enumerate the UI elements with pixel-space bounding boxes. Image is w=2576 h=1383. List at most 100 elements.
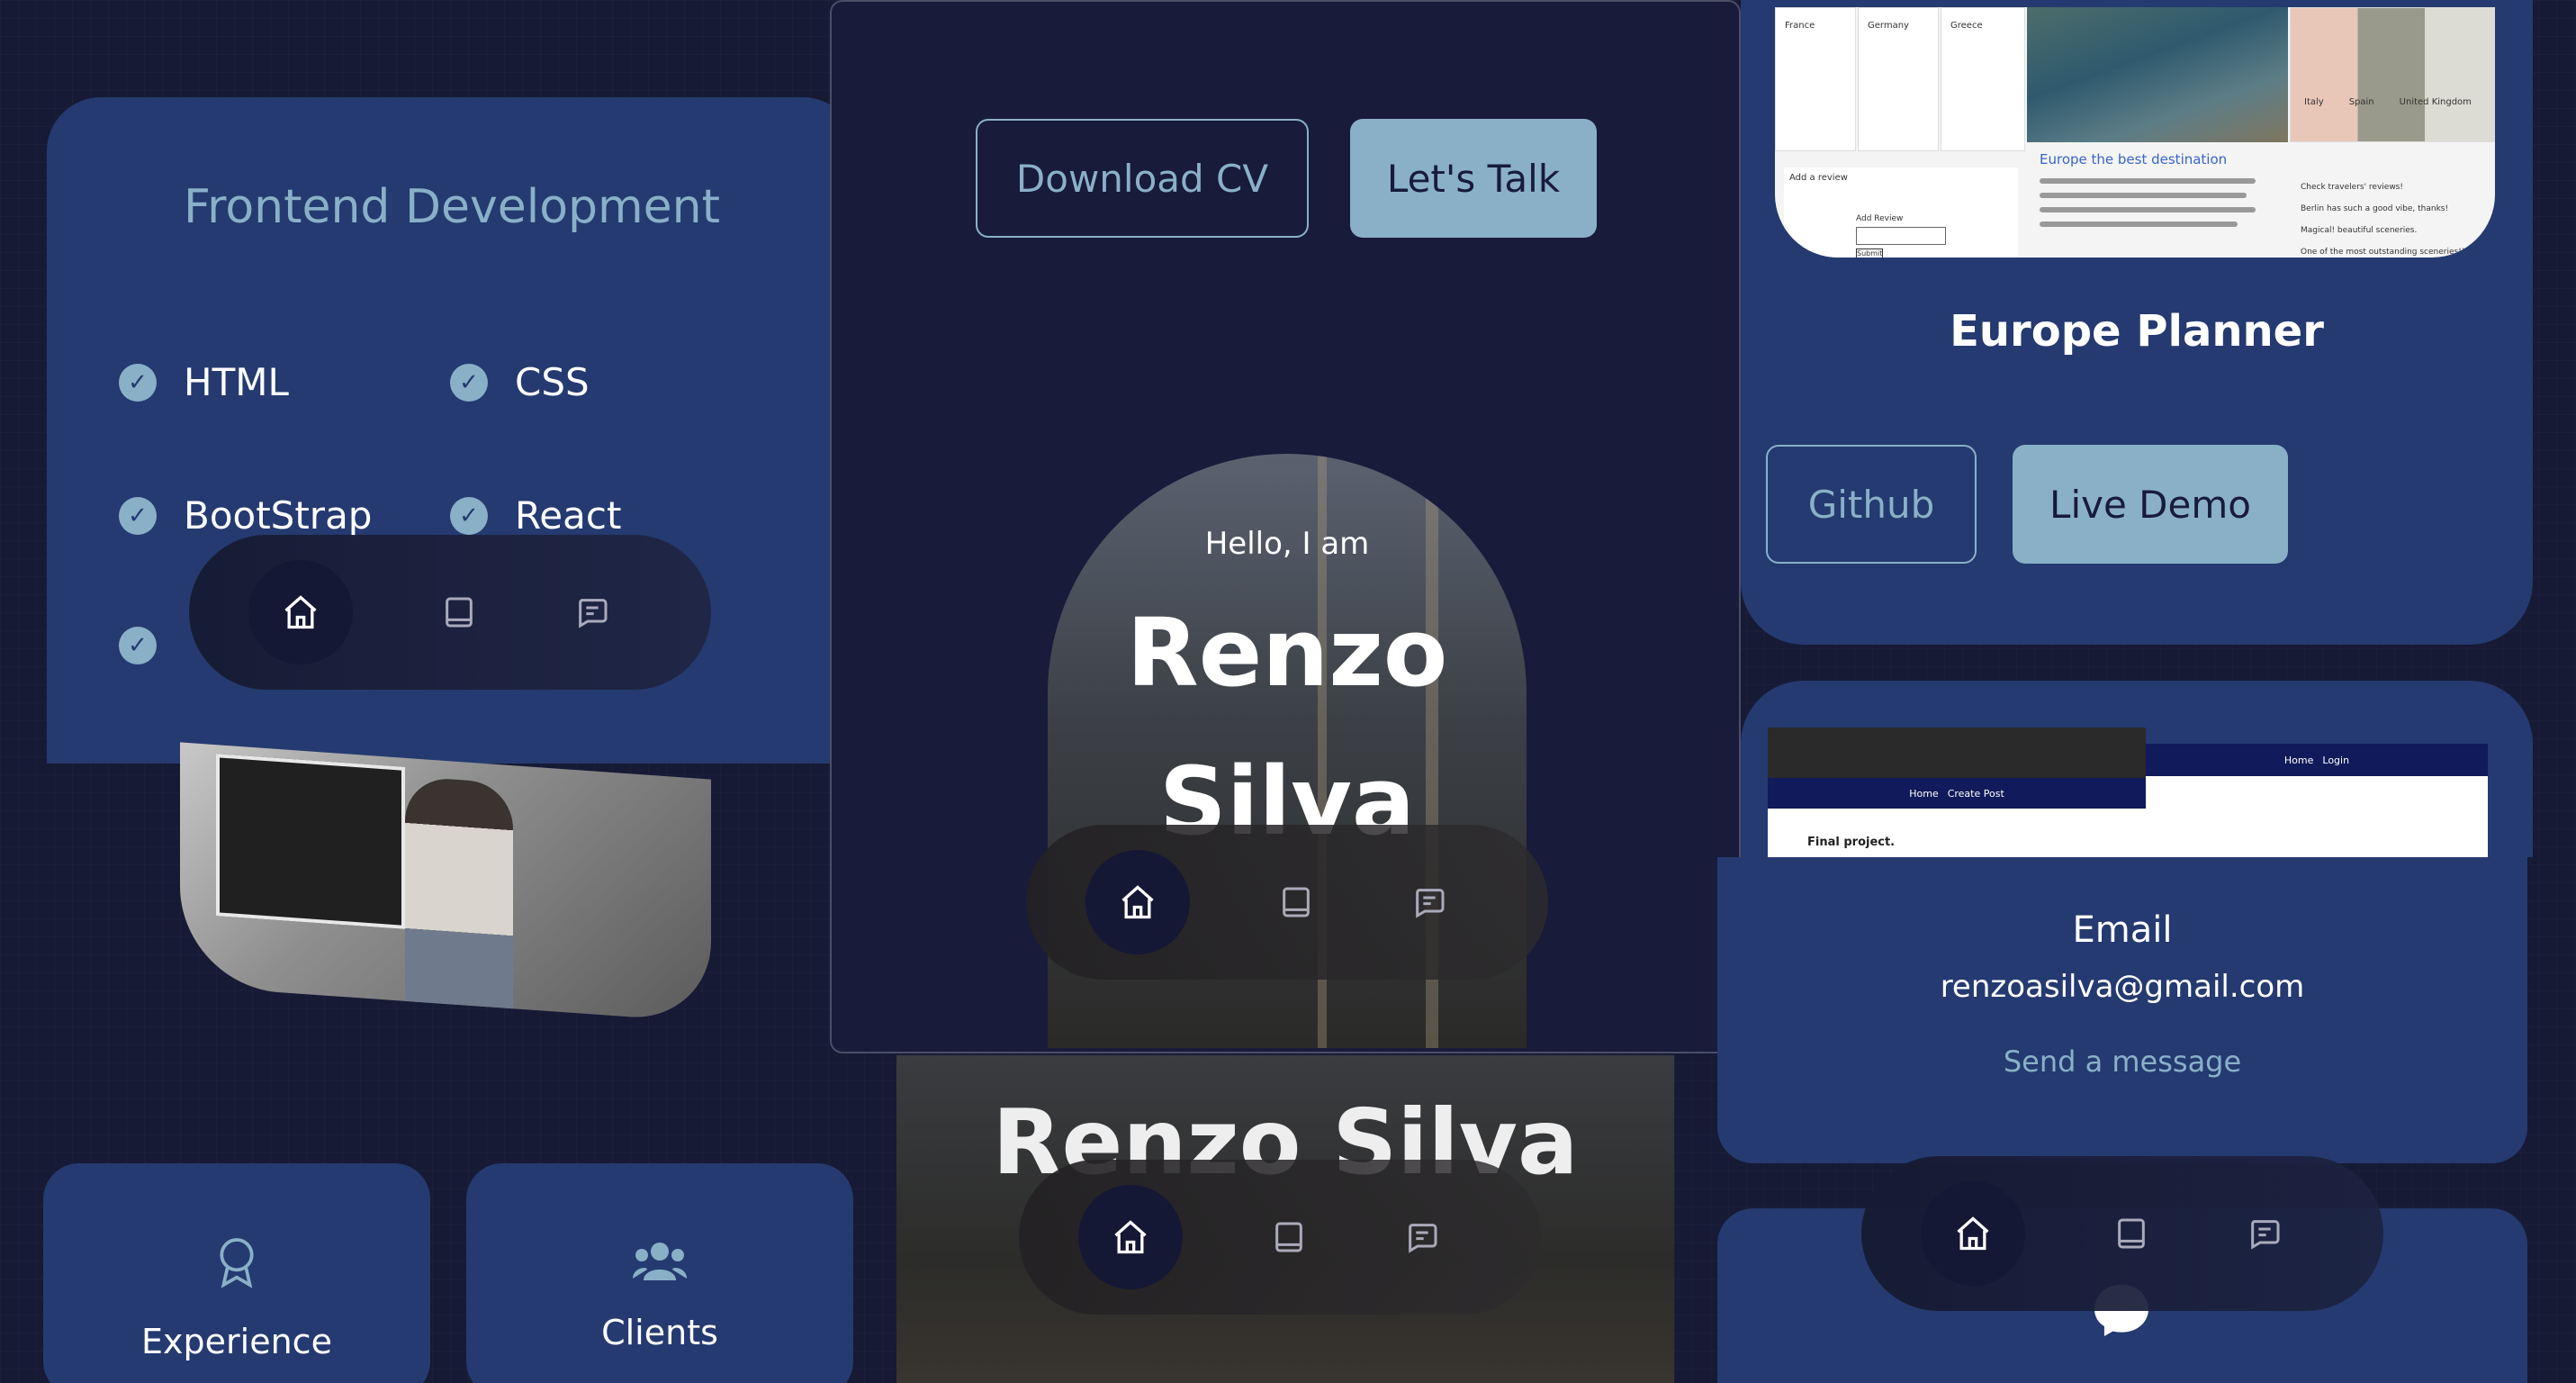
project-card: France Germany Greece Italy Spain United… <box>1741 0 2533 645</box>
blog-nav-link[interactable]: Home <box>2284 755 2313 766</box>
message-icon <box>2251 1220 2280 1250</box>
skill-label: BootStrap <box>184 493 373 538</box>
clients-label: Clients <box>601 1313 718 1352</box>
home-icon <box>1957 1216 1989 1251</box>
blog-screenshot-right: Home Login <box>2146 744 2488 857</box>
text-line <box>2040 193 2247 198</box>
bottom-nav <box>1026 825 1548 980</box>
country-label: Germany <box>1868 21 1909 31</box>
bottom-nav <box>1861 1156 2383 1311</box>
book-icon <box>1275 1222 1302 1252</box>
message-icon <box>1409 1224 1437 1253</box>
nav-book-button[interactable] <box>1262 1210 1316 1264</box>
blog-nav-link[interactable]: Home <box>1909 788 1938 800</box>
skill-item: ✓ <box>119 627 157 664</box>
skill-label: React <box>515 493 622 538</box>
skill-item: ✓ CSS <box>450 360 590 404</box>
download-cv-button[interactable]: Download CV <box>976 119 1309 238</box>
country-row: Italy Spain United Kingdom <box>2286 97 2472 107</box>
country-label: Spain <box>2348 97 2374 107</box>
blog-navbar: Home Create Post <box>1768 778 2146 809</box>
review-item: Magical! beautiful sceneries. <box>2301 226 2418 235</box>
check-badge-icon: ✓ <box>119 627 157 664</box>
experience-card: Experience <box>43 1163 430 1383</box>
book-icon <box>446 597 473 628</box>
blog-navbar: Home Login <box>2146 744 2488 776</box>
nav-book-button[interactable] <box>432 585 486 639</box>
check-badge-icon: ✓ <box>119 496 157 535</box>
check-badge-icon: ✓ <box>119 363 157 402</box>
blog-post-title: Final project. <box>1807 836 1896 849</box>
book-icon <box>2118 1218 2145 1249</box>
add-review-title: Add a review <box>1789 173 1848 183</box>
country-label: Greece <box>1950 21 1983 31</box>
nav-home-button[interactable] <box>1085 850 1190 954</box>
skills-title: Frontend Development <box>183 180 721 234</box>
nav-book-button[interactable] <box>2104 1207 2158 1261</box>
skill-item: ✓ HTML <box>119 360 289 404</box>
project-title: Europe Planner <box>1950 306 2324 357</box>
country-column: Germany <box>1858 7 1939 151</box>
project-screenshot: France Germany Greece Italy Spain United… <box>1775 7 2495 258</box>
review-item: One of the most outstanding sceneries!!! <box>2301 248 2469 257</box>
skill-item: ✓ React <box>450 493 621 538</box>
live-demo-button[interactable]: Live Demo <box>2013 445 2288 564</box>
users-icon <box>633 1243 687 1280</box>
nav-book-button[interactable] <box>1269 875 1323 929</box>
hero-greeting: Hello, I am <box>1204 526 1370 562</box>
poster-image <box>216 754 405 929</box>
country-label: France <box>1785 21 1815 31</box>
country-label: United Kingdom <box>2399 97 2472 107</box>
email-contact-card: Email renzoasilva@gmail.com Send a messa… <box>1717 857 2527 1163</box>
reviews-list: Check travelers' reviews! Berlin has suc… <box>2292 176 2495 258</box>
bottom-nav <box>1019 1160 1541 1315</box>
lake-image <box>2027 7 2288 142</box>
country-column: Greece <box>1941 7 2025 151</box>
submit-button[interactable]: Submit <box>1856 249 1884 258</box>
nav-home-button[interactable] <box>248 560 353 664</box>
skill-label: CSS <box>515 360 590 404</box>
skill-item: ✓ BootStrap <box>119 493 372 538</box>
nav-message-button[interactable] <box>1395 1210 1449 1264</box>
home-icon <box>1121 885 1154 919</box>
email-address: renzoasilva@gmail.com <box>1940 969 2305 1005</box>
clients-card: Clients <box>466 1163 853 1383</box>
country-label: Italy <box>2304 97 2324 107</box>
blog-project-card: Home Create Post Final project. Home Log… <box>1741 681 2533 857</box>
hero-first-name: Renzo <box>1126 598 1448 708</box>
blog-nav-link[interactable]: Login <box>2322 755 2349 766</box>
skill-label: HTML <box>184 360 289 404</box>
home-icon <box>284 595 317 629</box>
text-line <box>2040 207 2256 212</box>
message-icon <box>579 599 608 628</box>
book-icon <box>1283 887 1310 917</box>
blog-content: Final project. <box>1768 809 2146 857</box>
blog-screenshot-left: Home Create Post Final project. <box>1768 728 2146 857</box>
github-button[interactable]: Github <box>1766 445 1977 564</box>
check-badge-icon: ✓ <box>450 363 488 402</box>
country-column: France <box>1775 7 1856 151</box>
nav-home-button[interactable] <box>1921 1181 2025 1286</box>
text-line <box>2040 178 2256 184</box>
award-icon <box>220 1238 254 1288</box>
nav-message-button[interactable] <box>565 585 619 639</box>
nav-message-button[interactable] <box>1402 875 1456 929</box>
reviews-title: Check travelers' reviews! <box>2301 183 2403 192</box>
nav-home-button[interactable] <box>1078 1185 1183 1289</box>
skills-card: Frontend Development ✓ HTML ✓ CSS ✓ Boot… <box>47 97 857 764</box>
add-review-label: Add Review <box>1856 214 1904 223</box>
check-badge-icon: ✓ <box>450 496 488 535</box>
lets-talk-button[interactable]: Let's Talk <box>1350 119 1597 238</box>
send-message-link[interactable]: Send a message <box>1717 1044 2527 1079</box>
email-label: Email <box>2072 909 2173 951</box>
about-photo <box>180 742 711 1023</box>
nav-message-button[interactable] <box>2238 1207 2292 1261</box>
shot-heading: Europe the best destination <box>2040 151 2228 167</box>
person-image <box>405 775 513 1018</box>
text-line <box>2040 221 2238 227</box>
bottom-nav <box>189 535 711 690</box>
blog-nav-link[interactable]: Create Post <box>1948 788 2004 800</box>
experience-label: Experience <box>141 1322 332 1361</box>
hero-window: Download CV Let's Talk Hello, I am Renzo… <box>830 0 1741 1053</box>
review-input[interactable] <box>1856 227 1946 245</box>
